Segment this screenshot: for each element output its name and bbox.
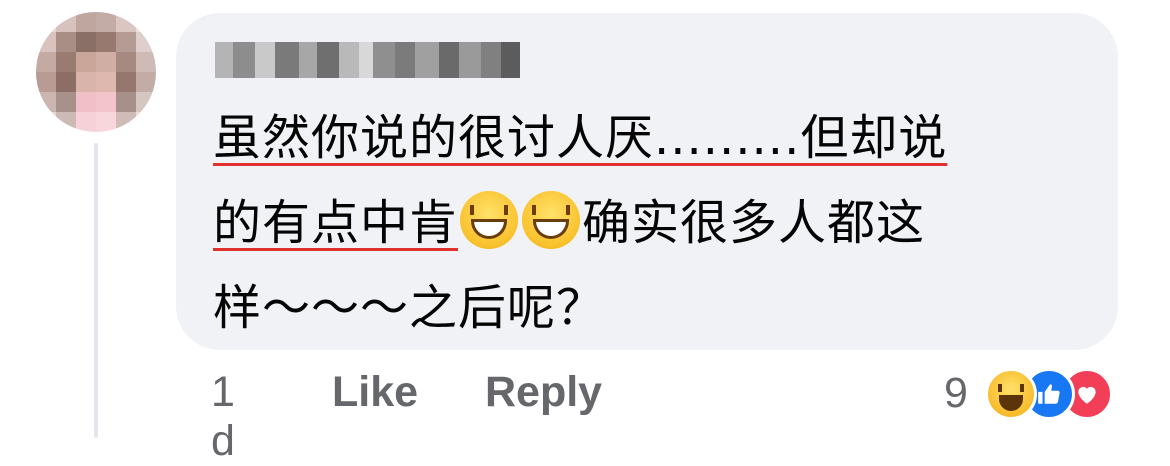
grinning-squinting-face-icon xyxy=(460,191,519,249)
comment-line-2b: 确实很多人都这 xyxy=(582,195,926,251)
comment-line-3: 样～～～之后呢？ xyxy=(213,280,606,336)
comment-line-1: 虽然你说的很讨人厌.........但却说 xyxy=(213,110,948,166)
comment-line-2a: 的有点中肯 xyxy=(213,195,459,251)
comment-timestamp[interactable]: 1 d xyxy=(211,368,237,466)
author-name-redacted[interactable] xyxy=(215,42,520,78)
reaction-summary[interactable] xyxy=(985,368,1135,422)
thread-line xyxy=(94,143,98,438)
commenter-avatar[interactable] xyxy=(36,12,156,132)
reaction-count[interactable]: 9 xyxy=(944,369,968,418)
grinning-squinting-face-icon xyxy=(522,191,581,249)
reply-button[interactable]: Reply xyxy=(485,368,602,417)
haha-reaction-icon xyxy=(985,368,1037,420)
like-button[interactable]: Like xyxy=(332,368,418,417)
comment-text: 虽然你说的很讨人厌.........但却说 的有点中肯 确实很多人都这 样～～～之… xyxy=(213,96,1093,351)
